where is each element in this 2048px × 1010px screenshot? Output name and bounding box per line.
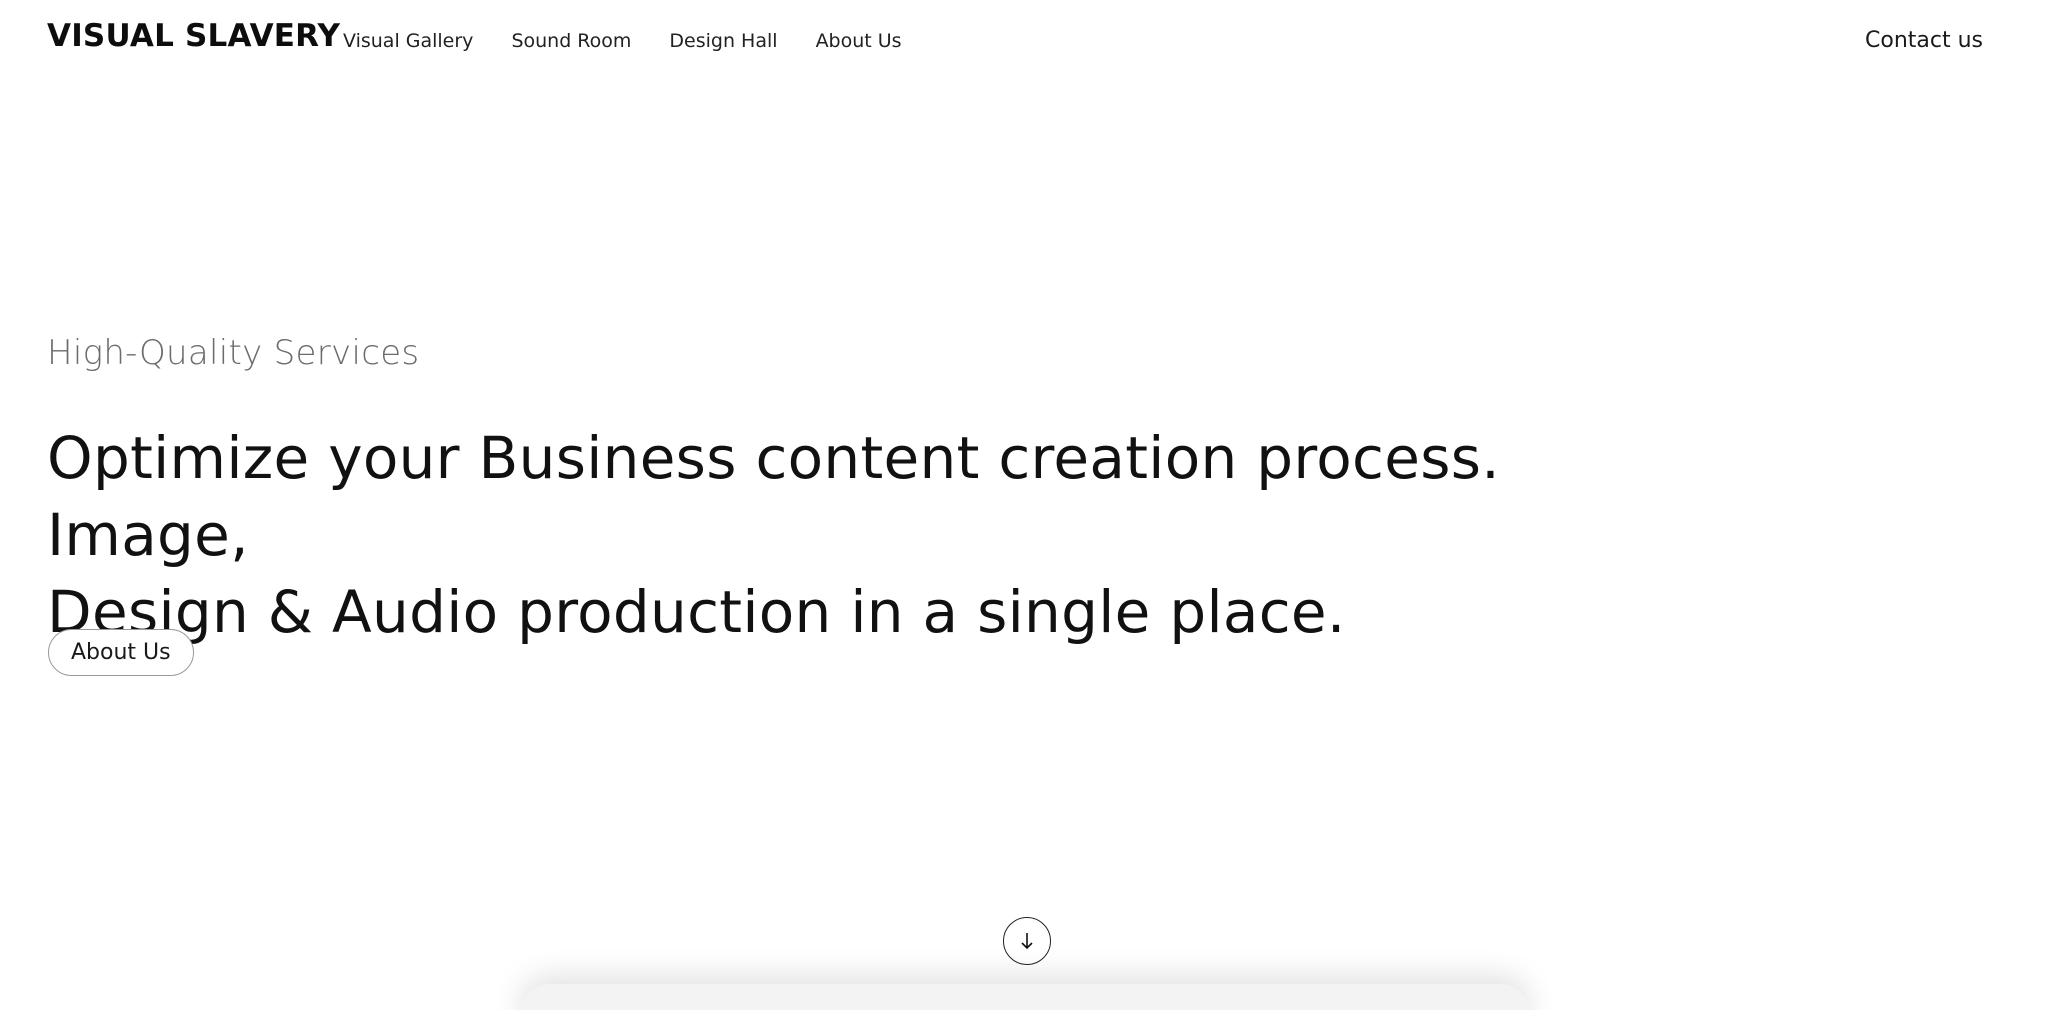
nav-link-sound-room[interactable]: Sound Room (511, 30, 631, 53)
nav-link-visual-gallery[interactable]: Visual Gallery (343, 30, 473, 53)
page: VISUAL SLAVERY Visual Gallery Sound Room… (0, 0, 2048, 1010)
contact-link[interactable]: Contact us (1865, 28, 1983, 54)
main-nav: Visual Gallery Sound Room Design Hall Ab… (343, 30, 940, 53)
nav-link-about-us[interactable]: About Us (816, 30, 902, 53)
about-us-button[interactable]: About Us (48, 629, 194, 676)
site-logo[interactable]: VISUAL SLAVERY (47, 18, 340, 55)
hero-headline: Optimize your Business content creation … (47, 420, 1607, 651)
hero-headline-line-2: Design & Audio production in a single pl… (47, 578, 1346, 646)
hero-headline-line-1: Optimize your Business content creation … (47, 424, 1500, 569)
nav-link-design-hall[interactable]: Design Hall (669, 30, 777, 53)
arrow-down-icon (1021, 933, 1033, 950)
scroll-down-button[interactable] (1003, 917, 1051, 965)
hero-eyebrow: High-Quality Services (47, 333, 420, 373)
content-card-preview (520, 984, 1530, 1010)
site-header: VISUAL SLAVERY Visual Gallery Sound Room… (0, 0, 2048, 86)
